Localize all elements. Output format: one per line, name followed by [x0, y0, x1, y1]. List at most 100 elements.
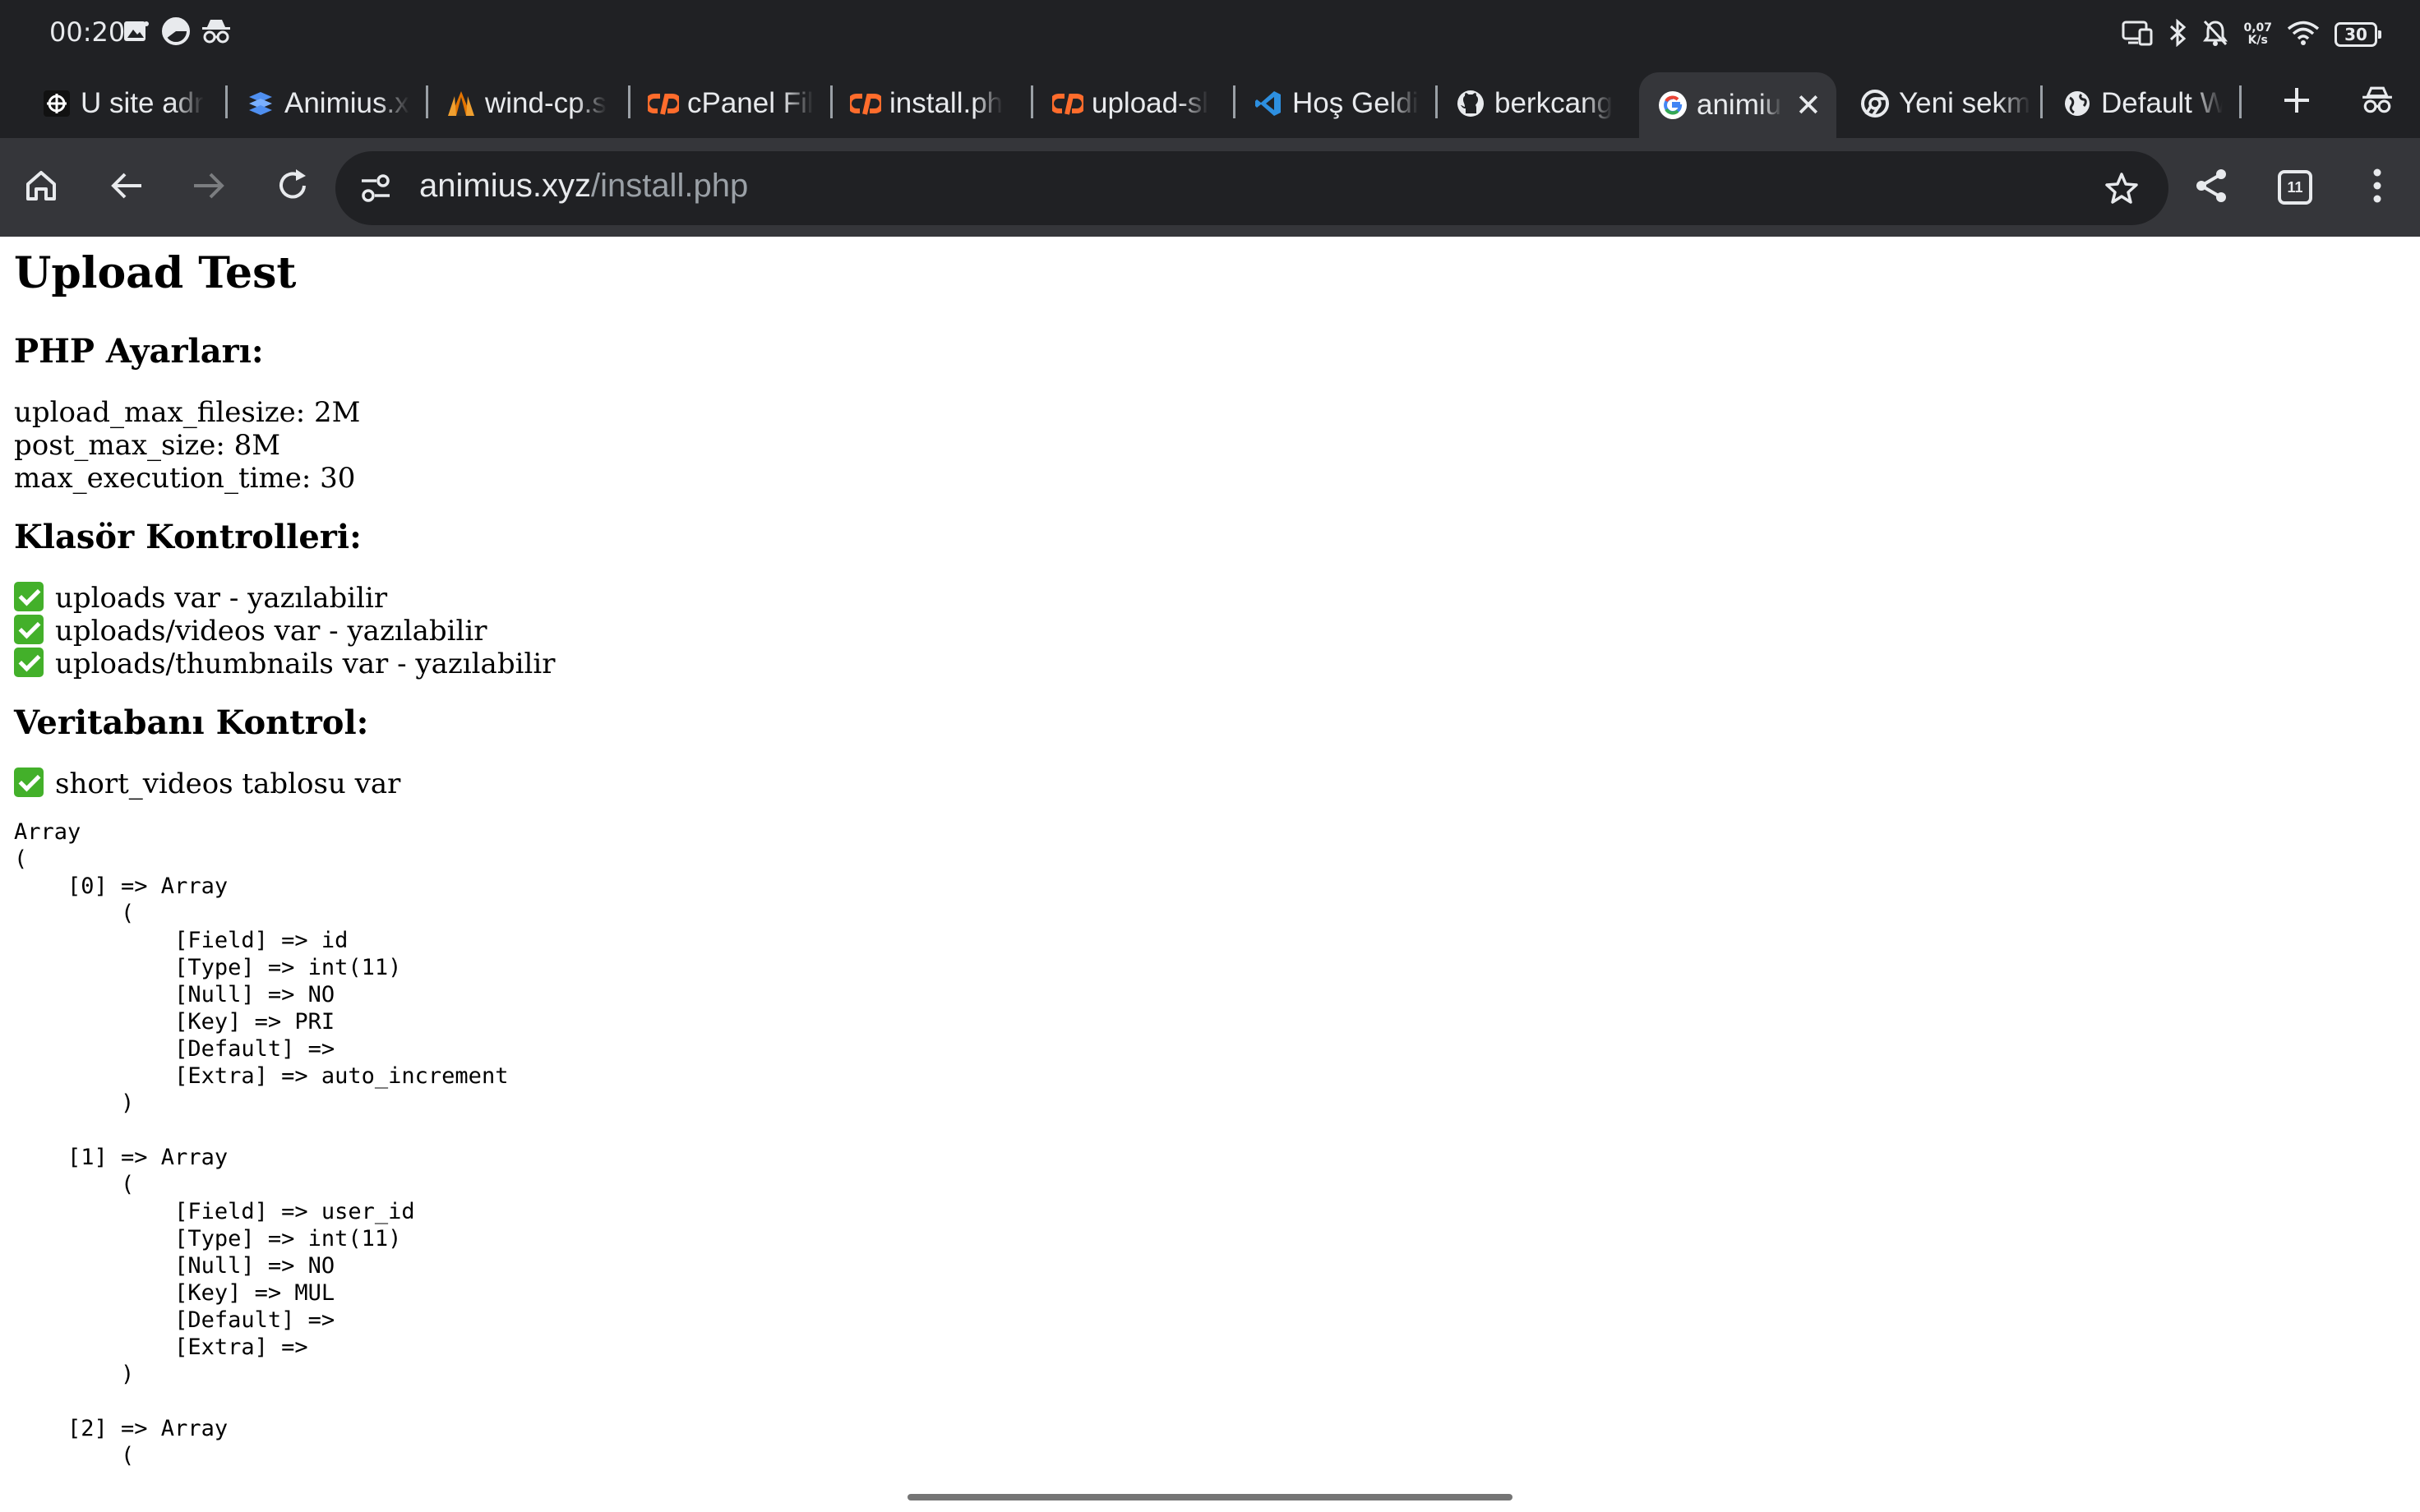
tab-hos-geldiniz[interactable]: Hoş Geldi	[1253, 74, 1424, 133]
tab-label: berkcang	[1494, 87, 1613, 119]
status-icons: 0,07 K/s 30	[2122, 16, 2381, 53]
tab-label: wind-cp.s	[485, 87, 607, 119]
tab-divider	[830, 85, 833, 118]
folder-check-text: uploads/thumbnails var - yazılabilir	[55, 648, 556, 680]
database-check-text: short_videos tablosu var	[55, 768, 401, 800]
table-structure-dump: Array ( [0] => Array ( [Field] => id [Ty…	[14, 819, 509, 1468]
tab-label: Default W	[2101, 87, 2223, 119]
site-favicon-icon	[41, 88, 72, 119]
tab-label: Hoş Geldi	[1292, 87, 1419, 119]
globe-icon	[2062, 88, 2093, 119]
tab-animius-active[interactable]: animius ✕	[1639, 72, 1836, 138]
reload-button[interactable]	[268, 163, 317, 212]
php-setting: post_max_size: 8M	[14, 429, 281, 462]
tab-label: install.ph	[889, 87, 1004, 119]
incognito-icon	[201, 16, 232, 46]
tab-divider	[426, 85, 428, 118]
folder-check-text: uploads/videos var - yazılabilir	[55, 615, 487, 648]
notifications-muted-icon	[2202, 19, 2228, 50]
home-icon	[23, 168, 59, 208]
network-speed-value: 0,07	[2243, 21, 2272, 35]
tab-label: cPanel Fil	[687, 87, 814, 119]
check-mark-icon	[14, 768, 44, 797]
arrow-right-icon	[191, 168, 227, 208]
cast-device-icon	[2122, 20, 2153, 49]
home-button[interactable]	[16, 163, 66, 212]
cpanel-icon	[648, 88, 679, 119]
tab-default-w[interactable]: Default W	[2062, 74, 2223, 133]
kebab-menu-icon	[2369, 168, 2385, 208]
chrome-icon	[1859, 88, 1891, 119]
gallery-notification-icon	[123, 16, 150, 46]
tab-label: Yeni sekm	[1899, 87, 2031, 119]
wifi-icon	[2287, 20, 2320, 49]
plus-icon	[2283, 86, 2311, 122]
tab-divider	[2239, 85, 2242, 118]
bookmark-star-icon[interactable]	[2104, 171, 2139, 210]
share-icon	[2193, 168, 2229, 208]
tab-divider	[628, 85, 630, 118]
folder-check: uploads var - yazılabilir	[14, 582, 2398, 615]
tab-switcher-button[interactable]: 11	[2270, 163, 2320, 212]
tab-cpanel-files[interactable]: cPanel Fil	[648, 74, 819, 133]
new-tab-button[interactable]	[2272, 74, 2321, 133]
folder-check-text: uploads var - yazılabilir	[55, 582, 388, 615]
tab-install-php[interactable]: install.ph	[850, 74, 1021, 133]
tab-animius-x[interactable]: Animius.x	[245, 74, 416, 133]
check-mark-icon	[14, 582, 44, 611]
database-check: short_videos tablosu var	[14, 768, 2398, 800]
folder-checks-list: uploads var - yazılabilir uploads/videos…	[14, 582, 2398, 680]
close-tab-icon[interactable]: ✕	[1795, 87, 1822, 124]
tab-yeni-sekme[interactable]: Yeni sekm	[1859, 74, 2032, 133]
tab-strip: U site adr Animius.x wind-cp.s cPanel Fi…	[0, 69, 2420, 138]
bluetooth-icon	[2168, 18, 2187, 50]
reload-icon	[275, 168, 311, 208]
network-speed: 0,07 K/s	[2243, 22, 2272, 47]
back-button[interactable]	[102, 163, 151, 212]
tab-divider	[1233, 85, 1235, 118]
tab-divider	[1435, 85, 1438, 118]
data-saver-icon	[161, 16, 191, 46]
github-icon	[1455, 88, 1486, 119]
tab-label: U site adr	[81, 87, 204, 119]
cpanel-icon	[1052, 88, 1083, 119]
site-info-icon[interactable]	[358, 171, 393, 210]
page-title: Upload Test	[14, 248, 297, 298]
arrow-left-icon	[109, 168, 145, 208]
php-settings-list: upload_max_filesize: 2M post_max_size: 8…	[14, 396, 2398, 495]
check-mark-icon	[14, 615, 44, 644]
tab-u-site[interactable]: U site adr	[41, 74, 212, 133]
address-bar[interactable]: animius.xyz/install.php	[335, 151, 2168, 225]
folder-checks-heading: Klasör Kontrolleri:	[14, 518, 362, 556]
tab-wind-cp[interactable]: wind-cp.s	[446, 74, 617, 133]
url-host: animius.xyz	[419, 168, 591, 204]
tab-divider	[225, 85, 228, 118]
battery-indicator: 30	[2335, 22, 2381, 47]
more-menu-button[interactable]	[2353, 163, 2402, 212]
share-button[interactable]	[2187, 163, 2236, 212]
google-icon	[1657, 90, 1688, 121]
folder-check: uploads/videos var - yazılabilir	[14, 615, 2398, 648]
tab-divider	[2040, 85, 2043, 118]
tab-berkcang-github[interactable]: berkcang	[1455, 74, 1616, 133]
php-settings-heading: PHP Ayarları:	[14, 332, 264, 371]
forward-button[interactable]	[184, 163, 233, 212]
php-setting: upload_max_filesize: 2M	[14, 396, 361, 429]
wind-logo-icon	[446, 88, 477, 119]
page-content: Upload Test PHP Ayarları: upload_max_fil…	[0, 237, 2420, 1512]
incognito-tab-button[interactable]	[2353, 74, 2402, 133]
tab-label: Animius.x	[284, 87, 409, 119]
stack-icon	[245, 88, 276, 119]
vscode-icon	[1253, 88, 1284, 119]
check-mark-icon	[14, 648, 44, 677]
tab-count: 11	[2278, 170, 2312, 205]
status-bar: 00:20 0,07 K/s 30	[0, 0, 2420, 69]
database-check-heading: Veritabanı Kontrol:	[14, 703, 369, 742]
tab-divider	[1031, 85, 1033, 118]
url-text[interactable]: animius.xyz/install.php	[419, 168, 748, 205]
navigation-gesture-bar[interactable]	[908, 1494, 1512, 1500]
folder-check: uploads/thumbnails var - yazılabilir	[14, 648, 2398, 680]
tab-label: upload-sl	[1092, 87, 1209, 119]
tab-upload-sl[interactable]: upload-sl	[1052, 74, 1223, 133]
cpanel-icon	[850, 88, 881, 119]
